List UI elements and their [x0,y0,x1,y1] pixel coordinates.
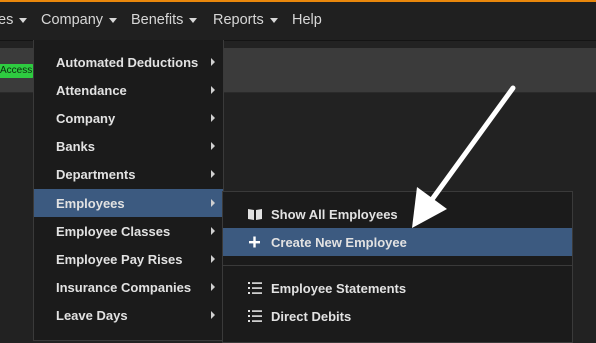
menu-item-automated-deductions[interactable]: Automated Deductions [34,48,223,76]
chevron-right-icon [211,227,215,235]
submenu-item-label: Create New Employee [271,235,407,250]
caret-down-icon [269,17,278,23]
submenu-item-create-new-employee[interactable]: Create New Employee [223,228,572,256]
nav-item-help[interactable]: Help [292,12,322,28]
plus-icon [249,236,260,248]
menu-item-label: Employee Classes [56,224,171,239]
submenu-item-label: Direct Debits [271,309,352,324]
chevron-right-icon [211,170,215,178]
company-dropdown-menu: Automated Deductions Attendance Company … [33,40,224,341]
menu-item-employees[interactable]: Employees [34,189,223,217]
nav-item-label: Benefits [131,12,184,28]
submenu-item-show-all-employees[interactable]: Show All Employees [223,200,572,228]
nav-item-label: es [0,12,14,28]
menu-item-label: Leave Days [56,308,128,323]
list-icon [248,282,262,294]
chevron-right-icon [211,199,215,207]
menu-item-attendance[interactable]: Attendance [34,76,223,104]
chevron-right-icon [211,255,215,263]
nav-item-reports[interactable]: Reports [213,12,278,28]
access-badge: Access [0,64,36,78]
menu-item-employee-classes[interactable]: Employee Classes [34,217,223,245]
chevron-right-icon [211,58,215,66]
caret-down-icon [19,17,28,23]
submenu-item-label: Show All Employees [271,207,398,222]
submenu-divider [223,265,572,266]
nav-item-label: Help [292,12,322,28]
menu-item-label: Insurance Companies [56,280,192,295]
nav-item-label: Reports [213,12,264,28]
caret-down-icon [189,17,198,23]
list-icon [248,310,262,322]
nav-item-label: Company [41,12,104,28]
menu-item-insurance-companies[interactable]: Insurance Companies [34,273,223,301]
menu-item-leave-days[interactable]: Leave Days [34,301,223,329]
caret-down-icon [109,17,118,23]
menu-item-company[interactable]: Company [34,104,223,132]
book-icon [248,209,262,220]
submenu-item-employee-statements[interactable]: Employee Statements [223,274,572,302]
menu-item-label: Employee Pay Rises [56,252,183,267]
submenu-item-label: Employee Statements [271,281,407,296]
submenu-item-direct-debits[interactable]: Direct Debits [223,302,572,330]
menu-item-label: Departments [56,167,136,182]
nav-item-company[interactable]: Company [41,12,118,28]
menu-item-label: Attendance [56,83,127,98]
menu-item-departments[interactable]: Departments [34,160,223,188]
employees-submenu: Show All Employees Create New Employee E… [222,191,573,343]
nav-item-employees[interactable]: es [0,12,28,28]
chevron-right-icon [211,142,215,150]
chevron-right-icon [211,86,215,94]
chevron-right-icon [211,283,215,291]
top-navbar: es Company Benefits Reports Help [0,2,596,41]
chevron-right-icon [211,311,215,319]
nav-item-benefits[interactable]: Benefits [131,12,198,28]
chevron-right-icon [211,114,215,122]
menu-item-label: Banks [56,139,96,154]
menu-item-label: Employees [56,196,125,211]
menu-item-label: Automated Deductions [56,55,199,70]
menu-item-label: Company [56,111,116,126]
menu-item-banks[interactable]: Banks [34,132,223,160]
menu-item-employee-pay-rises[interactable]: Employee Pay Rises [34,245,223,273]
